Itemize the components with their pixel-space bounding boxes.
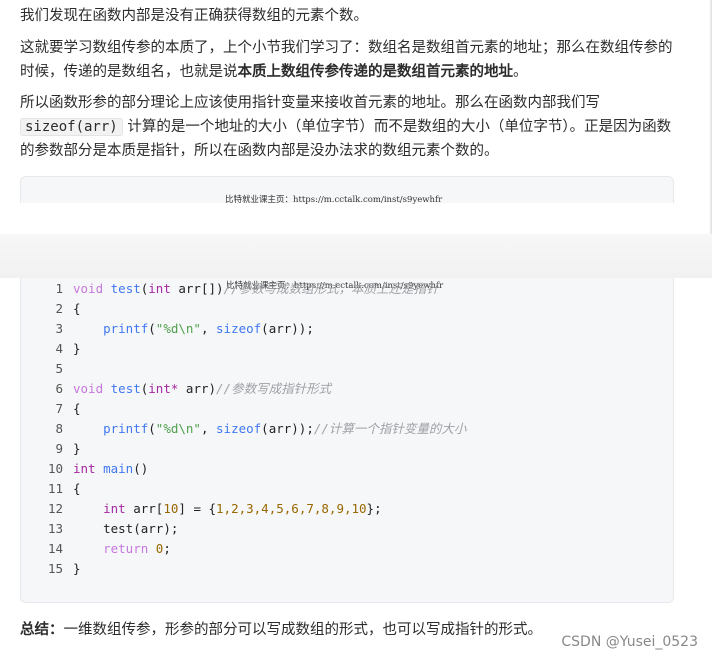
keyword: void — [73, 281, 104, 296]
type: int* — [148, 381, 179, 396]
number-literal: 1,2,3,4,5,6,7,8,9,10 — [216, 501, 367, 516]
summary-label: 总结： — [20, 622, 64, 638]
paragraph-3-text: 所以函数形参的部分理论上应该使用指针变量来接收首元素的地址。那么在函数内部我们写 — [20, 95, 600, 111]
line-number: 2 — [55, 301, 63, 316]
code-line-2: 2{ — [21, 299, 81, 319]
code-text: (arr)); — [261, 421, 314, 436]
code-text: }; — [366, 501, 382, 516]
paragraph-3: 所以函数形参的部分理论上应该使用指针变量来接收首元素的地址。那么在函数内部我们写… — [20, 91, 676, 163]
code-line-7: 7{ — [21, 399, 81, 419]
comment: //计算一个指针变量的大小 — [313, 421, 467, 436]
type: int — [73, 461, 96, 476]
csdn-watermark: CSDN @Yusei_0523 — [561, 634, 698, 650]
line-number: 4 — [55, 341, 63, 356]
code-text: arr[ — [125, 501, 164, 516]
function-name: sizeof — [216, 421, 262, 436]
number-literal: 10 — [163, 501, 179, 516]
code-text: } — [73, 341, 81, 356]
line-number: 6 — [55, 381, 63, 396]
code-text: ( — [148, 321, 156, 336]
line-number: 8 — [55, 421, 63, 436]
code-line-13: 13 test(arr); — [21, 519, 178, 539]
comment: //参数写成数组形式，本质上还是指针 — [223, 281, 439, 296]
code-block-top: 比特就业课主页：https://m.cctalk.com/inst/s9yewh… — [20, 176, 674, 205]
line-number: 10 — [47, 461, 63, 476]
code-block: 比特就业课主页：https://m.cctalk.com/inst/s9yewh… — [20, 278, 674, 603]
code-line-1: 1 void test(int arr[])//参数写成数组形式，本质上还是指针 — [21, 279, 439, 299]
string-literal: "%d\n" — [155, 321, 201, 336]
watermark-text: 比特就业课主页：https://m.cctalk.com/inst/s9yewh… — [225, 195, 443, 205]
function-name: test — [110, 281, 141, 296]
line-number: 13 — [47, 521, 63, 536]
line-number: 11 — [47, 481, 63, 496]
paragraph-2-end: 。 — [513, 64, 528, 80]
code-text: { — [73, 401, 81, 416]
code-text: { — [73, 481, 81, 496]
type: int — [103, 501, 126, 516]
function-name: test — [110, 381, 141, 396]
function-name: printf — [103, 421, 149, 436]
summary-text: 一维数组传参，形参的部分可以写成数组的形式，也可以写成指针的形式。 — [63, 622, 543, 638]
paragraph-2-bold: 本质上数组传参传递的是数组首元素的地址 — [237, 64, 514, 80]
code-text: } — [73, 561, 81, 576]
code-line-14: 14 return 0; — [21, 539, 171, 559]
code-line-4: 4} — [21, 339, 81, 359]
code-text: , — [200, 421, 217, 436]
code-line-8: 8 printf("%d\n", sizeof(arr));//计算一个指针变量… — [21, 419, 466, 439]
string-literal: "%d\n" — [155, 421, 201, 436]
code-line-9: 9} — [21, 439, 81, 459]
code-line-5: 5 — [21, 359, 73, 379]
code-text: } — [73, 441, 81, 456]
line-number: 5 — [55, 361, 63, 376]
function-name: printf — [103, 321, 149, 336]
code-text: test(arr); — [103, 521, 179, 536]
line-number: 1 — [55, 281, 63, 296]
code-line-12: 12 int arr[10] = {1,2,3,4,5,6,7,8,9,10}; — [21, 499, 382, 519]
summary: 总结：一维数组传参，形参的部分可以写成数组的形式，也可以写成指针的形式。 — [20, 618, 542, 642]
code-text: (arr)); — [261, 321, 314, 336]
code-text: () — [133, 461, 149, 476]
code-text: ( — [148, 421, 156, 436]
code-line-10: 10 int main() — [21, 459, 148, 479]
inline-code-sizeof: sizeof(arr) — [20, 118, 123, 136]
type: int — [148, 281, 171, 296]
code-line-15: 15} — [21, 559, 81, 579]
paragraph-2: 这就要学习数组传参的本质了，上个小节我们学习了：数组名是数组首元素的地址；那么在… — [20, 36, 676, 84]
keyword: void — [73, 381, 104, 396]
code-text: { — [73, 301, 81, 316]
line-number: 14 — [47, 541, 63, 556]
code-line-6: 6 void test(int* arr)//参数写成指针形式 — [21, 379, 331, 399]
comment: //参数写成指针形式 — [216, 381, 332, 396]
page-break-divider — [0, 234, 712, 278]
keyword: return — [103, 541, 149, 556]
paragraph-1: 我们发现在函数内部是没有正确获得数组的元素个数。 — [20, 8, 368, 24]
code-text: ] = { — [178, 501, 217, 516]
code-text: , — [200, 321, 217, 336]
code-text: ; — [163, 541, 171, 556]
code-line-3: 3 printf("%d\n", sizeof(arr)); — [21, 319, 314, 339]
function-name: main — [103, 461, 134, 476]
line-number: 3 — [55, 321, 63, 336]
function-name: sizeof — [216, 321, 262, 336]
line-number: 9 — [55, 441, 63, 456]
code-text: arr) — [178, 381, 217, 396]
line-number: 7 — [55, 401, 63, 416]
line-number: 15 — [47, 561, 63, 576]
line-number: 12 — [47, 501, 63, 516]
code-line-11: 11 { — [21, 479, 81, 499]
code-text: arr[]) — [170, 281, 224, 296]
